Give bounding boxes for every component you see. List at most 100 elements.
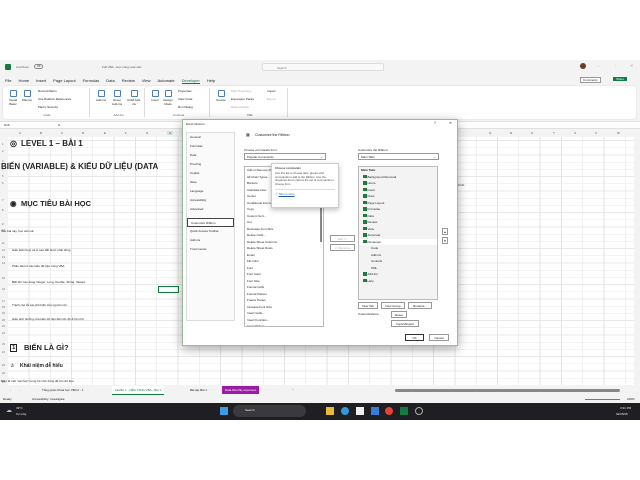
export-button[interactable]: Export (267, 97, 276, 101)
clock-date[interactable]: 02/25/26 (616, 412, 628, 416)
tab-insert[interactable]: Insert (36, 78, 46, 83)
col-r[interactable]: R (510, 131, 512, 135)
excel-taskbar-icon[interactable] (400, 407, 408, 415)
import-button[interactable]: Import (267, 89, 276, 93)
new-group-button[interactable]: New Group (381, 302, 405, 309)
outlook-icon[interactable] (371, 407, 379, 415)
comments-button[interactable]: Comments (580, 77, 601, 83)
horizontal-scrollbar[interactable] (395, 389, 620, 392)
tab-help[interactable]: Help (207, 78, 215, 83)
col-t[interactable]: T (553, 131, 555, 135)
view-code-button[interactable]: View Code (178, 97, 192, 101)
tab-file[interactable]: File (5, 78, 11, 83)
name-box[interactable]: H16 (4, 123, 10, 127)
checkbox[interactable] (363, 233, 367, 237)
checkbox[interactable] (363, 174, 367, 179)
checkbox[interactable] (363, 194, 367, 198)
nav-item[interactable]: Add-ins (187, 236, 234, 245)
nav-item[interactable]: Copilot (187, 169, 234, 178)
checkbox[interactable] (363, 213, 367, 218)
col-h[interactable]: H (167, 131, 174, 135)
row-header[interactable]: 20 (2, 319, 5, 322)
nav-item[interactable]: Proofing (187, 160, 234, 169)
run-dialog-button[interactable]: Run Dialog (178, 105, 193, 109)
tab-developer[interactable]: Developer (181, 78, 200, 84)
col-v[interactable]: V (595, 131, 597, 135)
rename-button[interactable]: Rename... (408, 302, 432, 309)
checkbox[interactable] (363, 200, 367, 205)
command-item[interactable]: Insert Picture (245, 323, 323, 326)
clock-time[interactable]: 3:31 PM (620, 406, 631, 410)
tab-automate[interactable]: Automate (157, 78, 174, 83)
row-header[interactable]: 23 (2, 343, 5, 346)
checkbox[interactable] (363, 239, 367, 244)
col-s[interactable]: S (531, 131, 533, 135)
avatar[interactable] (580, 63, 586, 69)
minimize-button[interactable]: – (597, 63, 599, 68)
nav-item[interactable]: Quick Access Toolbar (187, 227, 234, 236)
col-a[interactable]: A (19, 131, 21, 135)
zoom-level[interactable]: 100% (627, 397, 635, 401)
nav-item[interactable]: Save (187, 178, 234, 187)
add-button[interactable]: Add >> (330, 235, 355, 242)
autosave-toggle[interactable]: Off (34, 64, 44, 69)
tab-page-layout[interactable]: Page Layout (53, 78, 75, 83)
taskbar-search[interactable]: Search (233, 405, 306, 417)
sheet-tab[interactable]: Bài tập Bài 1 (190, 388, 207, 392)
nav-item[interactable]: Formulas (187, 142, 234, 151)
checkbox[interactable] (363, 272, 367, 276)
chrome-icon[interactable] (385, 407, 393, 415)
excel-addins-button[interactable]: Excel Add-ins (110, 90, 124, 106)
macro-security-button[interactable]: Macro Security (38, 105, 58, 109)
macros-button[interactable]: Macros (22, 90, 32, 102)
row-header[interactable]: 19 (2, 312, 5, 315)
nav-item[interactable]: General (187, 133, 234, 142)
selected-cell[interactable] (158, 286, 179, 293)
next-sheet-icon[interactable]: › (20, 388, 21, 392)
reset-button[interactable]: Reset (391, 311, 407, 318)
col-w[interactable]: W (617, 131, 620, 135)
addins-button[interactable]: Add-ins (95, 90, 107, 102)
col-d[interactable]: D (82, 131, 84, 135)
app-icon[interactable] (415, 407, 423, 415)
record-macro-button[interactable]: Record Macro (38, 89, 57, 93)
row-header[interactable]: 18 (2, 306, 5, 309)
row-header[interactable]: 7 (2, 199, 3, 202)
move-up-button[interactable]: ▲ (442, 228, 448, 235)
nav-item[interactable]: Data (187, 151, 234, 160)
cancel-button[interactable]: Cancel (429, 334, 449, 341)
nav-item[interactable]: Trust Center (187, 245, 234, 254)
row-header[interactable]: 13 (2, 256, 5, 259)
maximize-button[interactable]: ▫ (615, 63, 616, 68)
row-header[interactable]: 16 (2, 288, 5, 291)
remove-button[interactable]: << Remove (330, 244, 355, 251)
row-header[interactable]: 6 (2, 182, 3, 185)
ok-button[interactable]: OK (405, 334, 424, 341)
row-header[interactable]: 25 (2, 364, 5, 367)
row-header[interactable]: 17 (2, 300, 5, 303)
nav-item[interactable]: Customize Ribbon (187, 218, 234, 227)
checkbox[interactable] (363, 226, 367, 231)
row-header[interactable]: 14 (2, 262, 5, 265)
row-header[interactable]: 2 (2, 150, 3, 153)
relative-references-button[interactable]: Use Relative References (38, 97, 71, 101)
share-button[interactable]: Share (613, 77, 628, 81)
com-addins-button[interactable]: COM Add-ins (127, 90, 141, 106)
col-f[interactable]: F (125, 131, 127, 135)
col-e[interactable]: E (104, 131, 106, 135)
import-export-button[interactable]: Import/Export (391, 320, 419, 327)
design-mode-button[interactable]: Design Mode (162, 90, 174, 106)
row-header[interactable]: 15 (2, 277, 5, 280)
tab-data[interactable]: Data (106, 78, 114, 83)
tab-home[interactable]: Home (18, 78, 29, 83)
nav-item[interactable]: Language (187, 187, 234, 196)
checkbox[interactable] (363, 181, 367, 185)
accessibility-status[interactable]: Accessibility: Investigate (32, 397, 65, 401)
row-header[interactable]: 26 (2, 372, 5, 375)
visual-basic-button[interactable]: Visual Basic (7, 90, 19, 106)
sheet-tab[interactable]: Data Monthly expenses (222, 386, 260, 394)
row-header[interactable]: 21 (2, 325, 5, 328)
file-explorer-icon[interactable] (326, 407, 334, 415)
nav-item[interactable]: Advanced (187, 205, 234, 214)
col-u[interactable]: U (574, 131, 576, 135)
